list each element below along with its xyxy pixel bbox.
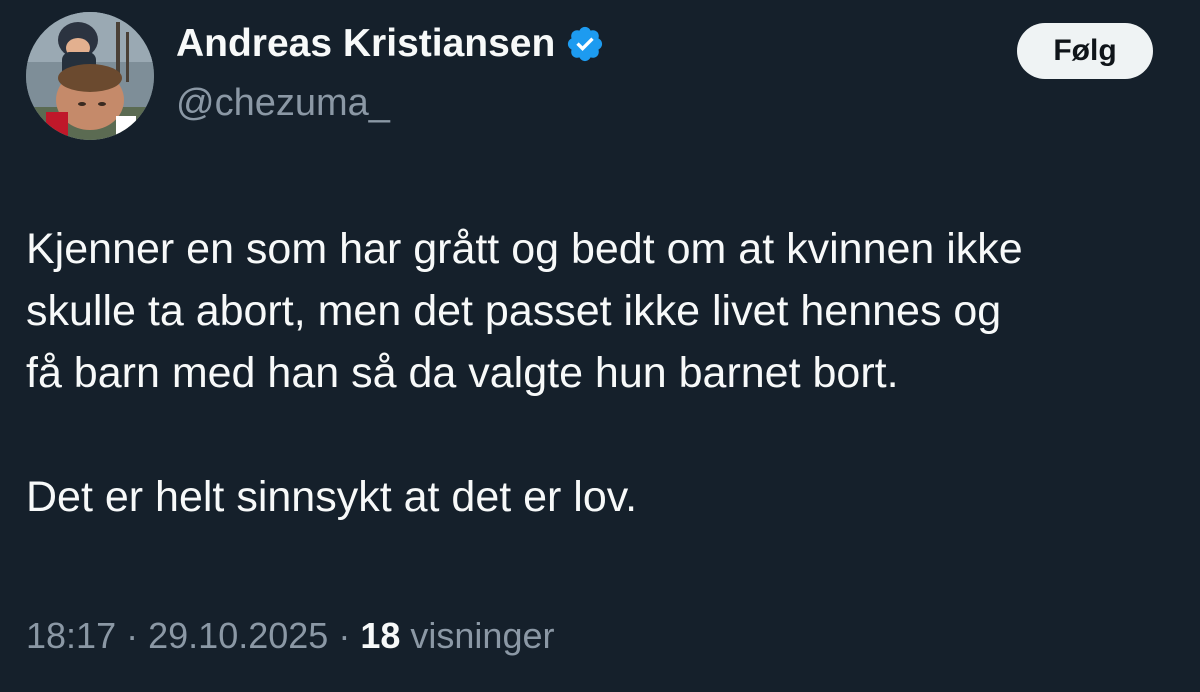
tweet-text-line: skulle ta abort, men det passet ikke liv… — [26, 287, 1002, 335]
avatar[interactable] — [26, 12, 154, 140]
meta-separator: · — [338, 615, 351, 656]
tweet-date[interactable]: 29.10.2025 — [148, 615, 328, 656]
meta-separator: · — [126, 615, 139, 656]
tweet-text-line: Det er helt sinnsykt at det er lov. — [26, 473, 638, 521]
avatar-photo — [26, 12, 154, 140]
author-name[interactable]: Andreas Kristiansen — [176, 22, 605, 66]
tweet-text-line: Kjenner en som har grått og bedt om at k… — [26, 225, 1023, 273]
tweet-text: Kjenner en som har grått og bedt om at k… — [26, 218, 1186, 528]
verified-badge-icon — [568, 26, 603, 62]
follow-button[interactable]: Følg — [1017, 23, 1153, 79]
views-count: 18 — [360, 615, 401, 656]
tweet-time[interactable]: 18:17 — [26, 615, 116, 656]
tweet-text-line: få barn med han så da valgte hun barnet … — [26, 349, 899, 397]
tweet-meta: 18:17 · 29.10.2025 · 18 visninger — [26, 615, 554, 657]
tweet-card: Andreas Kristiansen @chezuma_ Følg Kjenn… — [0, 0, 1200, 692]
views-label: visninger — [410, 615, 555, 656]
author-name-text[interactable]: Andreas Kristiansen — [176, 22, 555, 66]
author-handle[interactable]: @chezuma_ — [176, 82, 390, 125]
